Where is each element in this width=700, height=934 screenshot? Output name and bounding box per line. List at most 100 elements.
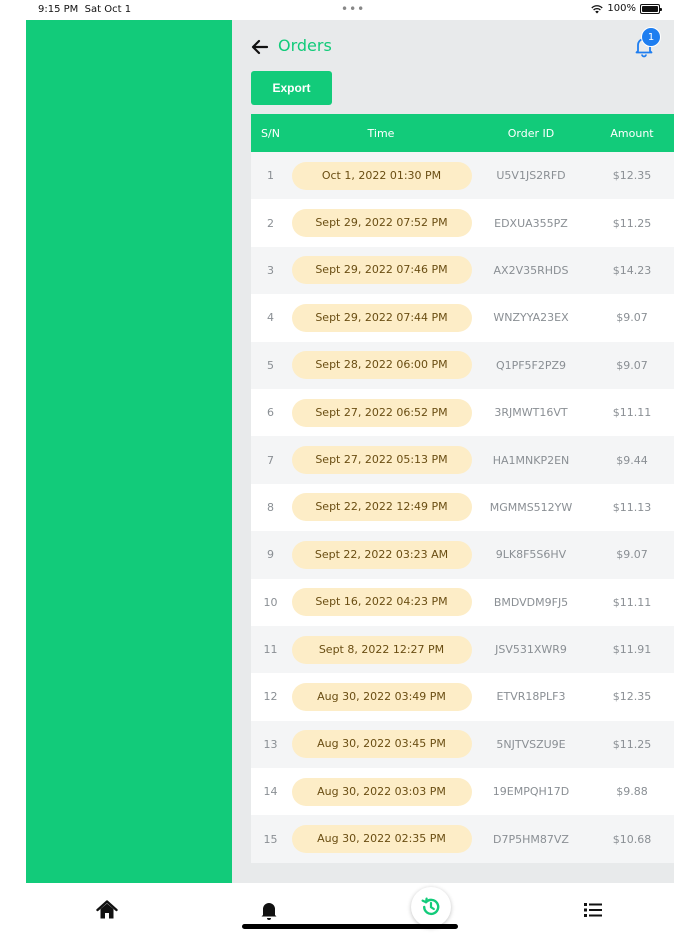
bell-icon[interactable] [258,899,280,921]
row-order-id: BMDVDM9FJ5 [493,595,569,609]
table-row[interactable]: 8 Sept 22, 2022 12:49 PM MGMMS512YW $11.13 [251,483,674,532]
row-sn: 2 [267,216,274,230]
table-row[interactable]: 3 Sept 29, 2022 07:46 PM AX2V35RHDS $14.23 [251,246,674,295]
row-sn: 11 [263,643,278,657]
page-title: Orders [278,36,332,55]
row-order-id: EDXUA355PZ [494,216,568,230]
row-order-id: WNZYYA23EX [493,311,569,325]
table-row[interactable]: 12 Aug 30, 2022 03:49 PM ETVR18PLF3 $12.35 [251,673,674,721]
history-icon [421,897,440,916]
order-time-pill: Sept 22, 2022 12:49 PM [291,493,472,522]
row-sn: 1 [267,169,274,183]
row-sn: 12 [263,690,278,704]
row-order-id: U5V1JS2RFD [496,169,566,183]
home-icon[interactable] [96,899,118,921]
row-order-id: HA1MNKP2EN [492,453,570,467]
order-time-pill: Sept 29, 2022 07:46 PM [291,256,472,285]
row-order-id: 3RJMWT16VT [494,406,568,420]
row-amount: $12.35 [612,169,652,183]
row-amount: $9.88 [616,785,648,799]
row-order-id: 19EMPQH17D [492,785,570,799]
table-row[interactable]: 11 Sept 8, 2022 12:27 PM JSV531XWR9 $11.91 [251,625,674,674]
notification-badge: 1 [641,27,661,47]
row-sn: 8 [267,500,274,514]
row-sn: 10 [263,595,278,609]
order-time-pill: Aug 30, 2022 03:03 PM [291,777,472,806]
column-header-sn: S/N [261,126,280,140]
column-header-time: Time [367,126,395,140]
row-order-id: 9LK8F5S6HV [495,548,567,562]
order-time-pill: Sept 29, 2022 07:44 PM [291,303,472,332]
row-amount: $11.25 [612,737,652,751]
table-row[interactable]: 6 Sept 27, 2022 06:52 PM 3RJMWT16VT $11.11 [251,388,674,437]
table-row[interactable]: 14 Aug 30, 2022 03:03 PM 19EMPQH17D $9.88 [251,768,674,816]
back-arrow-icon[interactable] [250,37,270,57]
row-sn: 13 [263,737,278,751]
row-sn: 9 [267,548,274,562]
row-order-id: JSV531XWR9 [495,643,567,657]
order-time-pill: Sept 8, 2022 12:27 PM [291,635,472,664]
row-amount: $11.25 [612,216,652,230]
table-body: 1 Oct 1, 2022 01:30 PM U5V1JS2RFD $12.35 2 S… [251,152,674,863]
row-sn: 15 [263,832,278,846]
order-time-pill: Sept 29, 2022 07:52 PM [291,209,472,238]
orders-table: S/N Time Order ID Amount 1 Oct 1, 2022 01… [251,114,674,863]
table-row[interactable]: 13 Aug 30, 2022 03:45 PM 5NJTVSZU9E $11.25 [251,720,674,769]
order-time-pill: Oct 1, 2022 01:30 PM [291,161,472,190]
row-order-id: AX2V35RHDS [493,263,569,277]
row-amount: $9.44 [616,453,648,467]
order-time-pill: Sept 16, 2022 04:23 PM [291,588,472,617]
order-time-pill: Aug 30, 2022 03:49 PM [291,682,472,711]
table-header: S/N Time Order ID Amount [251,114,674,152]
battery-icon [640,3,662,14]
table-row[interactable]: 1 Oct 1, 2022 01:30 PM U5V1JS2RFD $12.35 [251,152,674,200]
row-sn: 6 [267,406,274,420]
row-amount: $11.91 [612,643,652,657]
home-indicator [242,924,458,929]
left-panel [26,20,232,883]
orders-content: Orders 1 Export S/N Time Order ID Amount… [232,20,674,883]
export-button[interactable]: Export [251,71,332,105]
row-amount: $12.35 [612,690,652,704]
status-right: 100% [591,3,662,14]
column-header-amount: Amount [610,126,654,140]
table-row[interactable]: 2 Sept 29, 2022 07:52 PM EDXUA355PZ $11.25 [251,199,674,247]
row-amount: $14.23 [612,263,652,277]
order-time-pill: Sept 28, 2022 06:00 PM [291,351,472,380]
order-time-pill: Sept 27, 2022 06:52 PM [291,398,472,427]
row-sn: 4 [267,311,274,325]
row-order-id: ETVR18PLF3 [496,690,566,704]
row-order-id: 5NJTVSZU9E [496,737,566,751]
row-sn: 7 [267,453,274,467]
table-row[interactable]: 10 Sept 16, 2022 04:23 PM BMDVDM9FJ5 $11.11 [251,578,674,626]
row-amount: $11.11 [612,595,652,609]
table-row[interactable]: 4 Sept 29, 2022 07:44 PM WNZYYA23EX $9.07 [251,294,674,342]
order-time-pill: Sept 22, 2022 03:23 AM [291,540,472,569]
table-row[interactable]: 15 Aug 30, 2022 02:35 PM D7P5HM87VZ $10.68 [251,815,674,863]
order-time-pill: Sept 27, 2022 05:13 PM [291,446,472,475]
list-icon[interactable] [582,899,604,921]
row-amount: $10.68 [612,832,652,846]
row-sn: 14 [263,785,278,799]
status-bar: 9:15 PM Sat Oct 1 ••• 100% [0,0,700,20]
row-order-id: D7P5HM87VZ [493,832,569,846]
table-row[interactable]: 5 Sept 28, 2022 06:00 PM Q1PF5F2PZ9 $9.07 [251,341,674,389]
row-amount: $11.11 [612,406,652,420]
order-time-pill: Aug 30, 2022 02:35 PM [291,825,472,854]
wifi-icon [591,4,604,13]
row-amount: $9.07 [616,358,648,372]
row-order-id: MGMMS512YW [489,500,573,514]
row-order-id: Q1PF5F2PZ9 [495,358,567,372]
row-amount: $9.07 [616,311,648,325]
table-row[interactable]: 7 Sept 27, 2022 05:13 PM HA1MNKP2EN $9.44 [251,436,674,484]
row-sn: 5 [267,358,274,372]
table-row[interactable]: 9 Sept 22, 2022 03:23 AM 9LK8F5S6HV $9.07 [251,531,674,579]
multitasking-dots-icon[interactable]: ••• [341,2,365,16]
column-header-order-id: Order ID [507,126,555,140]
row-amount: $11.13 [612,500,652,514]
battery-percent: 100% [607,3,636,14]
history-tab[interactable] [411,887,451,927]
row-amount: $9.07 [616,548,648,562]
row-sn: 3 [267,263,274,277]
status-time: 9:15 PM Sat Oct 1 [38,4,132,15]
